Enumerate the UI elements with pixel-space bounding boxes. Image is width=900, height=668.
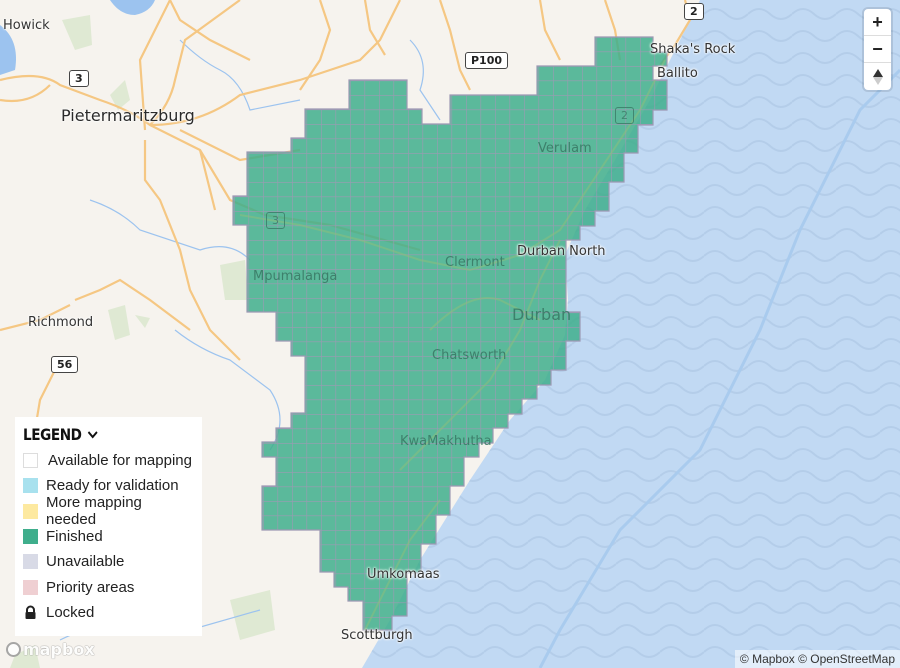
road-shield-n2: 2 bbox=[684, 3, 704, 20]
road-shield-r56: 56 bbox=[51, 356, 79, 373]
more-mapping-needed-swatch bbox=[23, 503, 38, 519]
minus-icon: − bbox=[872, 38, 883, 59]
road-shield-r3-under: 3 bbox=[266, 212, 285, 229]
plus-icon: + bbox=[872, 11, 883, 32]
zoom-in-button[interactable]: + bbox=[864, 9, 891, 36]
place-label-shakas-rock: Shaka's Rock bbox=[650, 42, 736, 57]
place-label-verulam: Verulam bbox=[538, 141, 592, 156]
legend-item-unavailable: Unavailable bbox=[23, 549, 194, 574]
available-swatch bbox=[23, 453, 38, 469]
unavailable-swatch bbox=[23, 554, 38, 570]
legend-item-more-mapping-needed: More mapping needed bbox=[23, 494, 194, 528]
compass-icon bbox=[872, 68, 883, 85]
finished-swatch bbox=[23, 529, 38, 545]
lock-icon bbox=[25, 605, 36, 619]
road-shield-p100: P100 bbox=[465, 52, 509, 69]
legend-toggle[interactable]: LEGEND bbox=[23, 425, 168, 444]
reset-bearing-button[interactable] bbox=[864, 63, 891, 90]
mapbox-logo[interactable]: mapbox bbox=[6, 640, 95, 659]
legend-label: Finished bbox=[46, 528, 103, 546]
place-label-ballito: Ballito bbox=[657, 66, 698, 81]
road-shield-n2-under: 2 bbox=[615, 107, 634, 124]
legend-label: Ready for validation bbox=[46, 477, 179, 495]
chevron-down-icon bbox=[87, 430, 98, 439]
place-label-umkomaas: Umkomaas bbox=[367, 567, 440, 582]
legend-panel: LEGEND Available for mapping Ready for v… bbox=[15, 417, 202, 636]
place-label-durban: Durban bbox=[512, 305, 572, 324]
priority-areas-swatch bbox=[23, 579, 38, 595]
zoom-out-button[interactable]: − bbox=[864, 36, 891, 63]
ready-for-validation-swatch bbox=[23, 478, 38, 494]
place-label-howick: Howick bbox=[3, 18, 50, 33]
legend-item-locked: Locked bbox=[23, 600, 194, 625]
place-label-pietermaritzburg: Pietermaritzburg bbox=[61, 106, 195, 125]
road-shield-r3: 3 bbox=[69, 70, 89, 87]
place-label-richmond: Richmond bbox=[28, 315, 94, 330]
place-label-clermont: Clermont bbox=[445, 255, 505, 270]
legend-item-priority-areas: Priority areas bbox=[23, 574, 194, 599]
legend-label: Priority areas bbox=[46, 578, 135, 596]
legend-title: LEGEND bbox=[23, 425, 82, 444]
legend-item-available: Available for mapping bbox=[23, 448, 194, 473]
place-label-chatsworth: Chatsworth bbox=[432, 348, 507, 363]
legend-label: More mapping needed bbox=[46, 494, 142, 529]
place-label-kwamakhutha: KwaMakhutha bbox=[400, 434, 492, 449]
lake bbox=[110, 0, 155, 15]
place-label-scottburgh: Scottburgh bbox=[341, 628, 413, 643]
legend-label: Locked bbox=[46, 603, 95, 621]
legend-label: Unavailable bbox=[46, 553, 125, 571]
mapbox-logo-text: mapbox bbox=[23, 640, 95, 659]
map-attribution[interactable]: © Mapbox © OpenStreetMap bbox=[734, 650, 900, 668]
map-navigation-control: + − bbox=[864, 9, 891, 90]
legend-label: Available for mapping bbox=[48, 452, 192, 470]
mapbox-logo-icon bbox=[6, 642, 21, 657]
place-label-durban-north: Durban North bbox=[517, 244, 606, 259]
place-label-mpumalanga: Mpumalanga bbox=[253, 269, 338, 284]
